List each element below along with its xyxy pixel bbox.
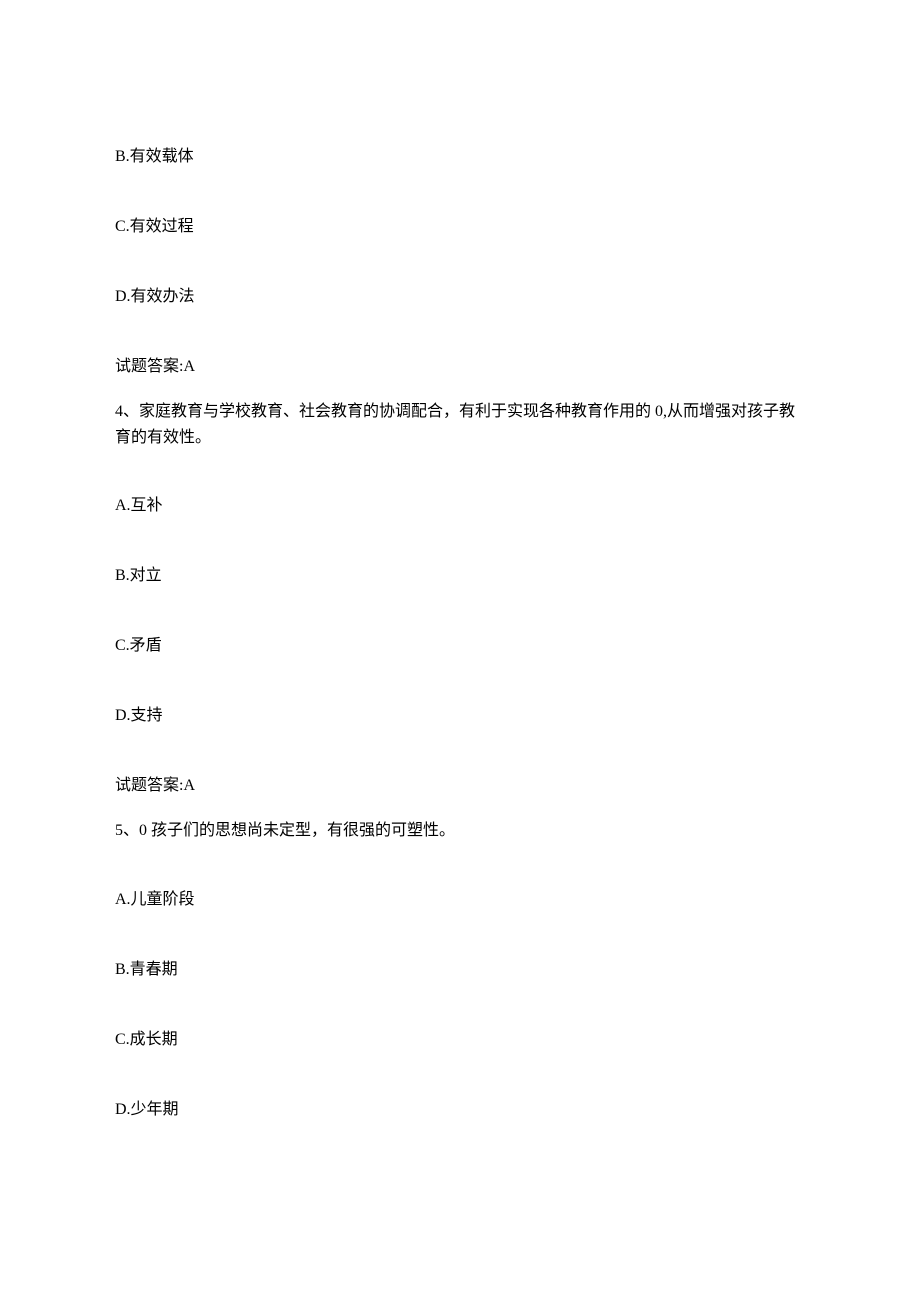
q3-option-b: B.有效载体 [115,145,805,169]
q5-option-c: C.成长期 [115,1028,805,1052]
q4-option-a: A.互补 [115,494,805,518]
q4-option-c: C.矛盾 [115,634,805,658]
q5-option-d: D.少年期 [115,1098,805,1122]
q3-option-c: C.有效过程 [115,215,805,239]
q5-option-b: B.青春期 [115,958,805,982]
q4-option-b: B.对立 [115,564,805,588]
q5-question-text: 5、0 孩子们的思想尚未定型，有很强的可塑性。 [115,818,805,844]
q3-answer: 试题答案:A [115,355,805,379]
q4-option-d: D.支持 [115,704,805,728]
q5-option-a: A.儿童阶段 [115,888,805,912]
q3-option-d: D.有效办法 [115,285,805,309]
q4-answer: 试题答案:A [115,774,805,798]
q4-question-text: 4、家庭教育与学校教育、社会教育的协调配合，有利于实现各种教育作用的 0,从而增… [115,399,805,450]
